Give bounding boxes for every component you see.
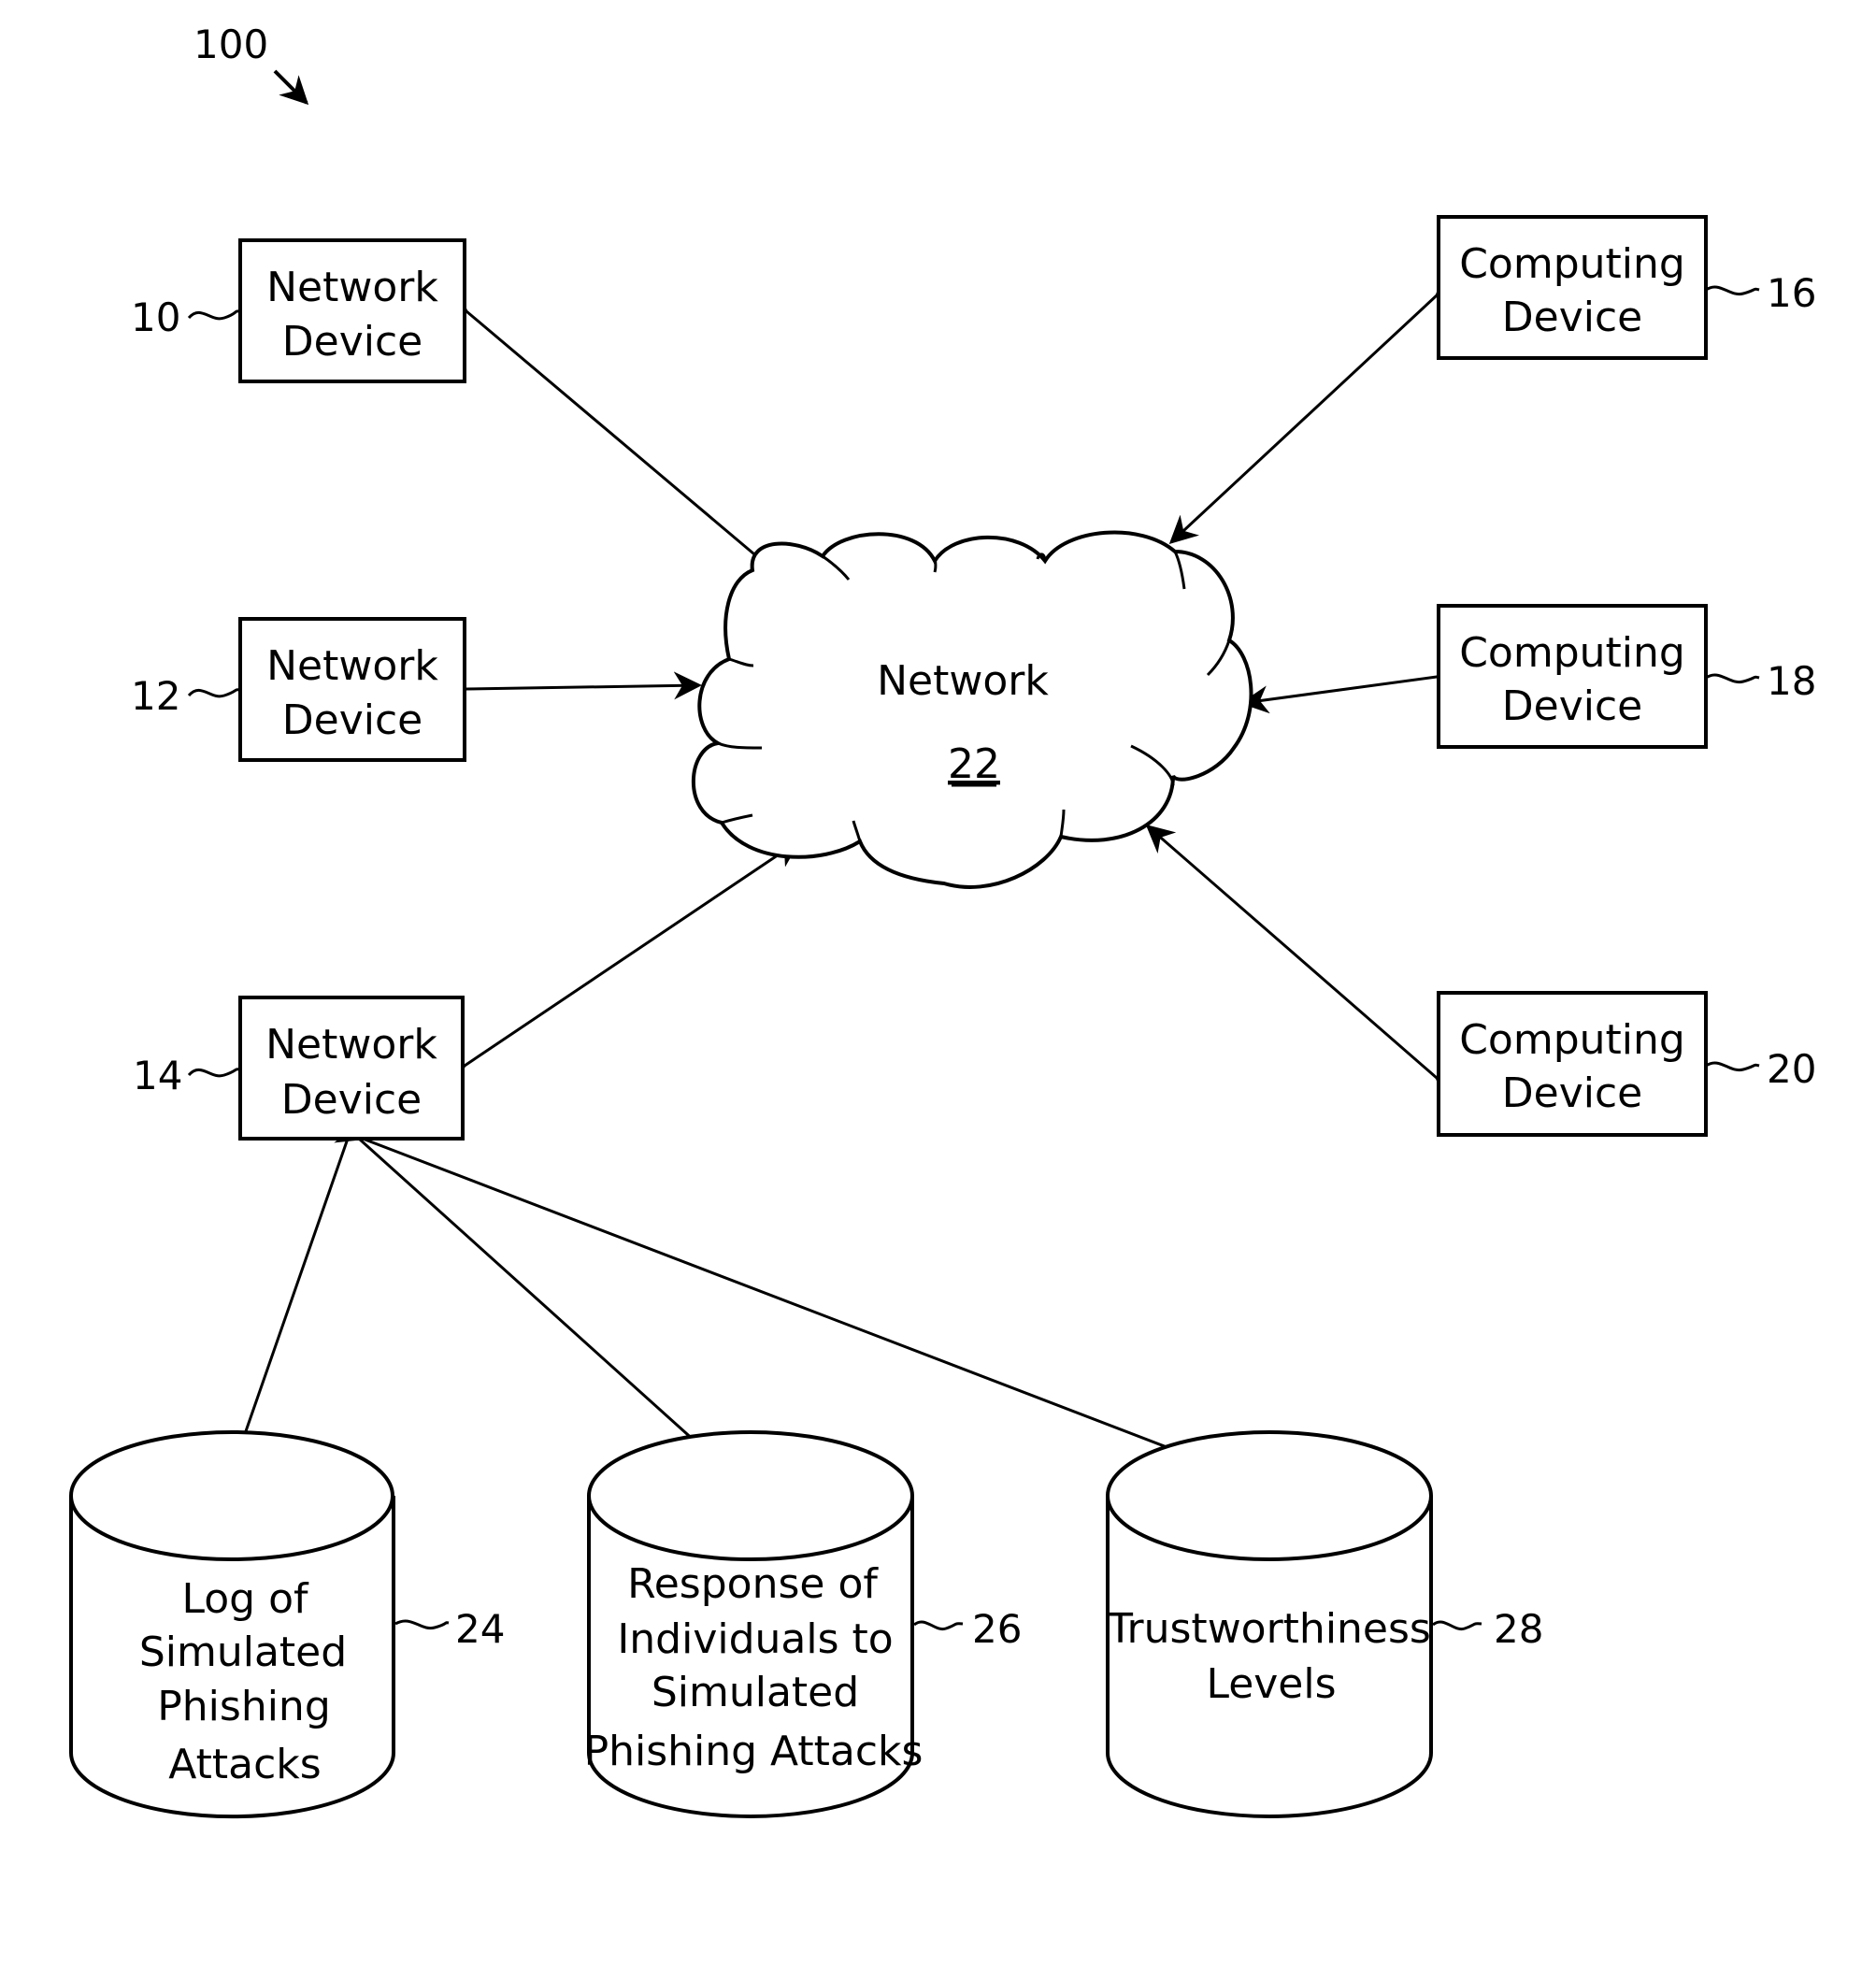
cloud-detail bbox=[933, 558, 938, 573]
ref-leader-squiggle bbox=[394, 1619, 450, 1630]
database-28: Trustworthiness Levels 28 bbox=[1106, 1430, 1543, 1818]
ref-leader-squiggle bbox=[187, 309, 241, 321]
ref-leader-squiggle bbox=[1432, 1620, 1482, 1631]
device-label-line1: Network bbox=[266, 642, 438, 690]
database-label-line: Individuals to bbox=[617, 1615, 893, 1663]
device-ref-label: 20 bbox=[1767, 1046, 1816, 1092]
device-label-line2: Device bbox=[282, 696, 422, 744]
database-label-line: Trustworthiness bbox=[1107, 1605, 1431, 1653]
database-cylinder-top bbox=[587, 1430, 914, 1561]
database-label-line: Response of bbox=[627, 1560, 879, 1608]
database-label-line: Phishing bbox=[157, 1683, 331, 1730]
ref-leader-squiggle bbox=[1705, 1061, 1760, 1072]
device-label-line1: Computing bbox=[1459, 240, 1685, 288]
database-26: Response of Individuals to Simulated Phi… bbox=[584, 1430, 1022, 1818]
database-label-line: Levels bbox=[1206, 1660, 1336, 1708]
computing-device-18: Computing Device 18 bbox=[1437, 604, 1816, 749]
system-diagram: 100 Network 22 Network Device 10 Network… bbox=[69, 22, 1816, 1819]
cloud-shape bbox=[692, 530, 1253, 889]
connections bbox=[219, 267, 1466, 1498]
connection-arrow-nd10-network bbox=[437, 284, 780, 576]
database-label-line: Simulated bbox=[652, 1669, 859, 1716]
network-cloud: Network 22 bbox=[692, 530, 1253, 889]
database-cylinder-top bbox=[69, 1430, 394, 1561]
device-ref-label: 16 bbox=[1767, 270, 1816, 316]
network-device-10: Network Device 10 bbox=[131, 238, 466, 383]
figure-reference-label: 100 bbox=[193, 22, 268, 67]
database-ref-label: 28 bbox=[1494, 1606, 1543, 1652]
figure-reference-arrow bbox=[273, 69, 309, 106]
device-label-line1: Network bbox=[265, 1021, 437, 1069]
database-ref-label: 24 bbox=[455, 1606, 505, 1652]
database-label-line: Attacks bbox=[168, 1741, 321, 1788]
device-label-line1: Computing bbox=[1459, 629, 1685, 677]
network-device-14: Network Device 14 bbox=[133, 996, 465, 1141]
database-cylinder-top bbox=[1106, 1430, 1433, 1561]
device-ref-label: 10 bbox=[131, 294, 180, 340]
database-24: Log of Simulated Phishing Attacks 24 bbox=[69, 1430, 505, 1819]
network-device-12: Network Device 12 bbox=[131, 617, 466, 762]
device-label-line1: Network bbox=[266, 264, 438, 311]
device-label-line2: Device bbox=[1502, 1069, 1642, 1117]
ref-leader-squiggle bbox=[1705, 285, 1760, 296]
device-label-line1: Computing bbox=[1459, 1016, 1685, 1064]
ref-leader-squiggle bbox=[187, 1068, 241, 1078]
network-ref-label: 22 bbox=[948, 740, 1000, 788]
device-ref-label: 14 bbox=[133, 1053, 182, 1098]
database-label-line: Simulated bbox=[139, 1628, 347, 1676]
connection-arrow-nd14-network bbox=[436, 839, 801, 1092]
device-ref-label: 12 bbox=[131, 673, 180, 719]
connection-arrow-cd18-network bbox=[1240, 659, 1464, 714]
connection-arrow-cd20-network bbox=[1145, 825, 1466, 1106]
device-label-line2: Device bbox=[1502, 294, 1642, 341]
computing-device-16: Computing Device 16 bbox=[1437, 215, 1816, 360]
connection-arrow-cd16-network bbox=[1168, 267, 1465, 545]
computing-device-20: Computing Device 20 bbox=[1437, 991, 1816, 1137]
connection-arrow-nd12-network bbox=[440, 671, 702, 704]
device-ref-label: 18 bbox=[1767, 658, 1816, 704]
database-label-line: Phishing Attacks bbox=[584, 1728, 924, 1775]
device-label-line2: Device bbox=[282, 318, 422, 366]
device-label-line2: Device bbox=[281, 1076, 422, 1124]
device-label-line2: Device bbox=[1502, 682, 1642, 730]
ref-leader-squiggle bbox=[187, 688, 241, 698]
ref-leader-squiggle bbox=[913, 1620, 964, 1631]
database-label-line: Log of bbox=[182, 1575, 309, 1623]
network-label: Network bbox=[877, 657, 1049, 705]
ref-leader-squiggle bbox=[1705, 673, 1760, 684]
database-ref-label: 26 bbox=[972, 1606, 1022, 1652]
